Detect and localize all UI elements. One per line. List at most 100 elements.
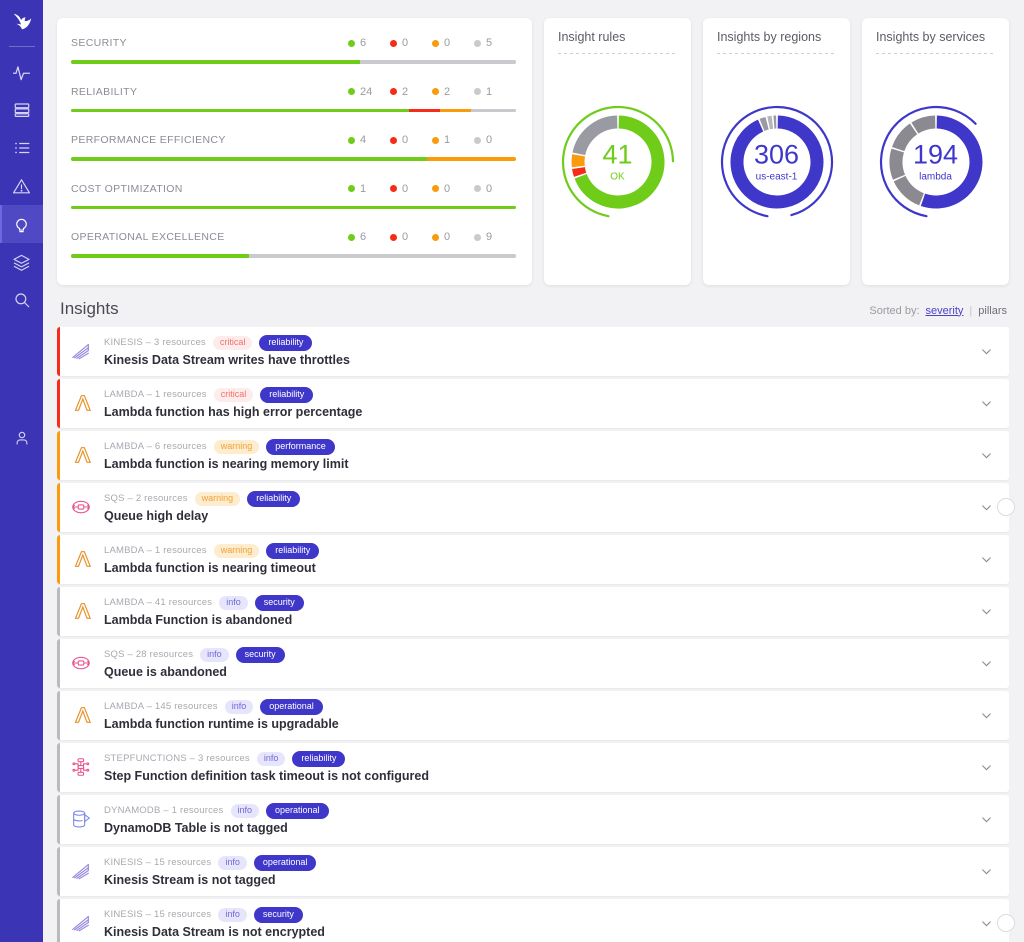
pillar-count-warning: 1 xyxy=(432,134,474,146)
kinesis-icon xyxy=(72,915,89,932)
service-icon xyxy=(60,548,102,570)
chevron-down-icon xyxy=(981,608,991,614)
insight-row[interactable]: STEPFUNCTIONS – 3 resources info reliabili… xyxy=(57,742,1009,792)
donut-segment-us-east-1[interactable] xyxy=(730,115,823,209)
bird-logo[interactable] xyxy=(0,2,43,42)
sidebar-item-insights[interactable] xyxy=(0,205,43,243)
kinesis-icon xyxy=(72,343,89,360)
donut-svg xyxy=(720,106,833,218)
count-value: 5 xyxy=(486,37,493,49)
pillar-count-muted: 0 xyxy=(474,183,516,195)
expand-row-button[interactable] xyxy=(963,553,1009,566)
insight-row[interactable]: LAMBDA – 41 resources info security Lambda … xyxy=(57,586,1009,636)
expand-row-button[interactable] xyxy=(963,865,1009,878)
service-icon xyxy=(60,652,102,674)
count-value: 6 xyxy=(360,37,367,49)
insight-body: KINESIS – 15 resources info security Kinesi… xyxy=(102,906,963,939)
expand-row-button[interactable] xyxy=(963,397,1009,410)
sort-by-pillars[interactable]: pillars xyxy=(978,305,1007,317)
insight-row[interactable]: LAMBDA – 6 resources warning performance La… xyxy=(57,430,1009,480)
service-icon xyxy=(60,600,102,622)
insight-row[interactable]: KINESIS – 15 resources info security Kinesi… xyxy=(57,898,1015,942)
chevron-down-icon xyxy=(981,764,991,770)
donut-segment-lambda[interactable] xyxy=(920,115,982,209)
sort-divider: | xyxy=(969,304,973,317)
status-dot-warning xyxy=(432,136,439,144)
count-value: 1 xyxy=(486,85,493,98)
donut-segment-sqs[interactable] xyxy=(893,175,924,206)
insight-row[interactable]: SQS – 2 resources warning reliability Queue… xyxy=(57,482,1015,532)
count-value: 4 xyxy=(360,134,367,146)
insight-row[interactable]: KINESIS – 15 resources info operational Kin… xyxy=(57,846,1009,896)
sidebar-item-alerts[interactable] xyxy=(0,167,43,205)
sidebar-item-inventory[interactable] xyxy=(0,129,43,167)
expand-row-button[interactable] xyxy=(963,657,1009,670)
user-icon xyxy=(16,431,27,445)
donut-segment-stepfunctions[interactable] xyxy=(910,115,936,134)
donut-segment-warning[interactable] xyxy=(571,154,585,168)
status-dot-warning xyxy=(432,39,439,47)
resource-count: SQS – 2 resources xyxy=(104,493,188,504)
progress-segment-gray xyxy=(360,60,516,64)
donut-segment-other-2[interactable] xyxy=(766,116,773,130)
sidebar-item-account[interactable] xyxy=(0,419,43,457)
pillar-count-ok: 6 xyxy=(348,231,390,243)
expand-row-button[interactable] xyxy=(963,345,1009,358)
expand-row-button[interactable] xyxy=(963,761,1009,774)
donut-segment-muted[interactable] xyxy=(571,115,618,156)
pillar-badge: security xyxy=(253,906,303,923)
donut-segment-critical[interactable] xyxy=(571,167,586,178)
insight-body: LAMBDA – 145 resources info operational Lam… xyxy=(102,698,963,731)
insight-row[interactable]: LAMBDA – 1 resources critical reliability L… xyxy=(57,378,1009,428)
pillar-spacer xyxy=(71,161,516,174)
severity-badge: critical xyxy=(212,335,253,350)
pillar-count-muted: 5 xyxy=(474,37,516,49)
severity-badge: warning xyxy=(194,491,241,506)
progress-segment-green xyxy=(71,60,361,64)
kinesis-icon xyxy=(72,863,89,880)
expand-row-button[interactable] xyxy=(963,449,1009,462)
pillar-row-header: SECURITY 6 0 0 5 xyxy=(71,32,516,54)
insights-by-regions-card: Insights by regions 306 us-east-1 xyxy=(703,18,850,285)
count-value: 0 xyxy=(444,231,451,243)
count-value: 24 xyxy=(360,85,373,98)
sidebar-item-search[interactable] xyxy=(0,281,43,319)
chevron-down-icon xyxy=(981,712,991,718)
insight-row[interactable]: KINESIS – 3 resources critical reliability… xyxy=(57,326,1009,376)
donut-segment-other-1[interactable] xyxy=(759,117,769,132)
insight-body: LAMBDA – 1 resources warning reliability La… xyxy=(102,542,963,575)
sidebar-item-resources[interactable] xyxy=(0,91,43,129)
sidebar-item-monitoring[interactable] xyxy=(0,53,43,91)
pillar-row: OPERATIONAL EXCELLENCE 6 0 0 9 xyxy=(71,226,516,271)
donut-segment-dynamodb[interactable] xyxy=(891,123,918,152)
service-icon xyxy=(60,756,102,778)
insight-row[interactable]: LAMBDA – 145 resources info operational Lam… xyxy=(57,690,1009,740)
main-content: SECURITY 6 0 0 5 RELIABILITY 24 2 2 1 PERFORMANCE … xyxy=(43,0,1024,942)
pillar-count-critical: 0 xyxy=(390,231,432,243)
expand-row-button[interactable] xyxy=(963,605,1009,618)
status-dot-ok xyxy=(348,39,355,47)
expand-row-button[interactable] xyxy=(963,709,1009,722)
severity-badge: info xyxy=(218,855,247,870)
chevron-down-icon xyxy=(981,400,991,406)
resource-count: KINESIS – 15 resources xyxy=(104,857,212,868)
pillar-badge: operational xyxy=(260,698,323,715)
insight-row[interactable]: SQS – 28 resources info security Queue is a… xyxy=(57,638,1009,688)
donut-segment-kinesis[interactable] xyxy=(889,148,905,180)
pillar-badge: operational xyxy=(253,854,317,871)
insight-row[interactable]: DYNAMODB – 1 resources info operational Dyn… xyxy=(57,794,1009,844)
insight-row[interactable]: LAMBDA – 1 resources warning reliability La… xyxy=(57,534,1009,584)
scrollbar-thumb[interactable] xyxy=(997,914,1015,932)
pillar-name: COST OPTIMIZATION xyxy=(71,182,183,195)
server-stack-icon xyxy=(14,103,29,117)
sort-by-severity[interactable]: severity xyxy=(926,305,964,317)
insight-body: STEPFUNCTIONS – 3 resources info reliabili… xyxy=(102,750,963,783)
resource-count: SQS – 28 resources xyxy=(104,649,194,660)
scrollbar-thumb[interactable] xyxy=(997,498,1015,516)
insight-meta: DYNAMODB – 1 resources info operational xyxy=(104,802,963,819)
expand-row-button[interactable] xyxy=(963,813,1009,826)
sidebar-item-stacks[interactable] xyxy=(0,243,43,281)
pillar-progress-bar xyxy=(71,157,516,161)
service-icon xyxy=(60,808,102,830)
dynamodb-icon xyxy=(73,810,91,828)
